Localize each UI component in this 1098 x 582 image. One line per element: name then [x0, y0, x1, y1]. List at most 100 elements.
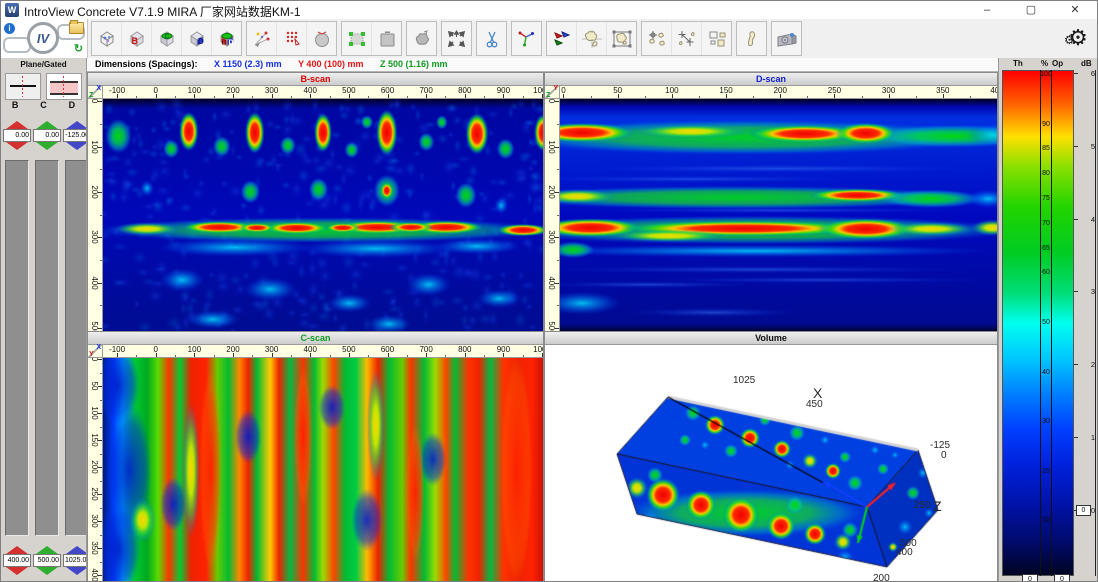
d-bottom-decrease-button[interactable]	[66, 567, 87, 582]
point-grid-view-icon[interactable]	[277, 22, 307, 55]
dimensions-label: Dimensions (Spacings):	[95, 59, 198, 69]
dimensions-bar: Dimensions (Spacings): X 1150 (2.3) mm Y…	[87, 58, 998, 72]
close-button[interactable]: ✕	[1055, 1, 1095, 19]
b-scan-image[interactable]	[103, 99, 543, 331]
d-scan-axis-corner: Y Z	[545, 86, 560, 99]
colorbar-header-th: Th	[1013, 59, 1023, 68]
corner-h-axis-label: X	[96, 85, 101, 92]
b-bottom-increase-button[interactable]	[6, 538, 28, 554]
d-bottom-increase-button[interactable]	[66, 538, 87, 554]
sphere-view-icon[interactable]	[307, 22, 336, 55]
opacity-marker[interactable]: 0	[1054, 574, 1070, 582]
view-d-scan-icon[interactable]: D	[182, 22, 212, 55]
d-slider-track[interactable]	[65, 160, 87, 536]
db-slider-line[interactable]	[1095, 70, 1096, 576]
c-slider-track[interactable]	[35, 160, 59, 536]
fit-to-view-icon[interactable]	[342, 22, 372, 55]
b-bottom-value-input[interactable]	[3, 554, 31, 567]
move-view-icon[interactable]	[442, 22, 471, 55]
view-3d-volume-icon[interactable]	[92, 22, 122, 55]
corner-v-axis-label: Z	[89, 92, 93, 99]
refresh-button[interactable]: ↻	[72, 43, 85, 56]
c-scan-y-axis: 050100150200250300350400	[88, 358, 103, 582]
c-bottom-decrease-button[interactable]	[36, 567, 58, 582]
minimize-button[interactable]: –	[967, 1, 1007, 19]
color-scale-gradient[interactable]	[1002, 70, 1074, 576]
snapshot-tool-icon[interactable]	[772, 22, 801, 55]
pan-view-icon[interactable]	[407, 22, 436, 55]
cut-tool-icon[interactable]	[477, 22, 506, 55]
colorbar-header-db: dB	[1081, 59, 1092, 68]
svg-text:B: B	[221, 39, 226, 46]
colorbar-panel: Th % Op dB 100908580757065605040302010 6…	[998, 58, 1098, 582]
b-top-value-input[interactable]	[3, 129, 31, 142]
volume-title: Volume	[545, 332, 997, 345]
d-top-decrease-button[interactable]	[66, 142, 87, 158]
b-scan-axis-corner: X Z	[88, 86, 103, 99]
b-slider-track[interactable]	[5, 160, 29, 536]
region-frame-tool-icon[interactable]	[607, 22, 636, 55]
open-file-button[interactable]	[69, 22, 84, 34]
c-bottom-value-input[interactable]	[33, 554, 61, 567]
svg-text:D: D	[228, 39, 233, 46]
d-top-value-input[interactable]	[63, 129, 87, 142]
align-objects-icon[interactable]	[642, 22, 672, 55]
b-scan-x-axis: -10001002003004005006007008009001000	[103, 86, 543, 99]
volume-view[interactable]: 1025X450-1250250Z500400200	[545, 345, 997, 582]
plane-gated-panel: Plane/Gated B C D	[1, 58, 87, 582]
titlebar: W IntroView Concrete V7.1.9 MIRA 厂家网站数据K…	[1, 1, 1098, 20]
single-panel-view-icon[interactable]	[372, 22, 401, 55]
d-scan-z-axis: 0100200300400500	[545, 99, 560, 331]
b-scan-z-axis: 0100200300400500	[88, 99, 103, 331]
d-bottom-value-input[interactable]	[63, 554, 87, 567]
d-scan-y-axis: 050100150200250300350400	[560, 86, 997, 99]
plane-mode-button[interactable]	[5, 73, 41, 100]
arrange-objects-icon[interactable]	[702, 22, 731, 55]
region-select-tool-icon[interactable]	[577, 22, 607, 55]
volume-3d-label: 400	[896, 547, 913, 558]
corner-v-axis-label: Z	[546, 92, 550, 99]
maximize-button[interactable]: ▢	[1011, 1, 1051, 19]
threshold-marker[interactable]: 0	[1022, 574, 1038, 582]
colorbar-header-pct: %	[1041, 59, 1048, 68]
measure-angle-tool-icon[interactable]	[512, 22, 541, 55]
colorbar-header-op: Op	[1052, 59, 1063, 68]
c-top-increase-button[interactable]	[36, 113, 58, 129]
app-icon: W	[5, 3, 19, 17]
gated-mode-button[interactable]	[46, 73, 82, 100]
window-title: IntroView Concrete V7.1.9 MIRA 厂家网站数据KM-…	[24, 3, 301, 20]
percent-tick: 20	[1040, 468, 1052, 475]
dimension-y: Y 400 (100) mm	[298, 59, 363, 69]
b-bottom-decrease-button[interactable]	[6, 567, 28, 582]
point-cloud-view-icon[interactable]	[247, 22, 277, 55]
info-button[interactable]: i	[4, 23, 15, 34]
percent-tick: 60	[1040, 269, 1052, 276]
d-top-increase-button[interactable]	[66, 113, 87, 129]
volume-3d-image[interactable]	[545, 345, 997, 582]
c-scan-axis-corner: X Y	[88, 345, 103, 358]
slider-label-b: B	[1, 100, 29, 113]
settings-gear-icon[interactable]: ⚙⚙	[1063, 23, 1093, 53]
view-all-scans-icon[interactable]: BD	[212, 22, 241, 55]
dimension-z: Z 500 (1.16) mm	[380, 59, 448, 69]
c-top-decrease-button[interactable]	[36, 142, 58, 158]
db-zero-marker[interactable]: 0	[1076, 505, 1091, 516]
corner-v-axis-label: Y	[89, 351, 94, 358]
dimension-x: X 1150 (2.3) mm	[214, 59, 282, 69]
view-b-scan-icon[interactable]: B	[122, 22, 152, 55]
corner-h-axis-label: Y	[553, 85, 558, 92]
distribute-objects-icon[interactable]	[672, 22, 702, 55]
c-scan-image[interactable]	[103, 358, 543, 582]
app-window: W IntroView Concrete V7.1.9 MIRA 厂家网站数据K…	[0, 0, 1098, 582]
slider-label-c: C	[29, 100, 57, 113]
b-top-increase-button[interactable]	[6, 113, 28, 129]
multi-cursor-tool-icon[interactable]	[547, 22, 577, 55]
c-top-value-input[interactable]	[33, 129, 61, 142]
d-scan-image[interactable]	[560, 99, 997, 331]
view-c-scan-icon[interactable]: C	[152, 22, 182, 55]
footprint-tool-icon[interactable]	[737, 22, 766, 55]
c-bottom-increase-button[interactable]	[36, 538, 58, 554]
b-top-decrease-button[interactable]	[6, 142, 28, 158]
introview-logo: IV	[27, 22, 59, 54]
volume-3d-label: 1025	[733, 375, 755, 386]
